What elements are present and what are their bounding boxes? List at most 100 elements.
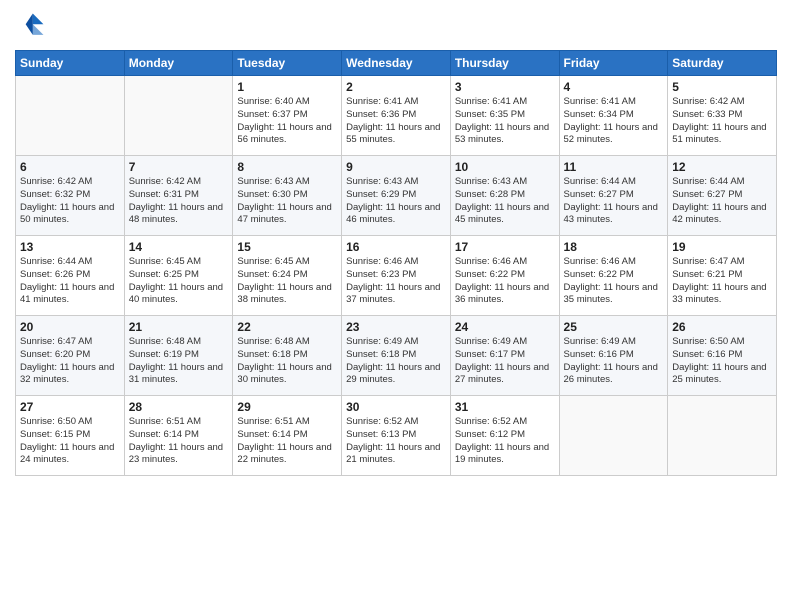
calendar-week-3: 13 Sunrise: 6:44 AM Sunset: 6:26 PM Dayli… xyxy=(16,236,777,316)
day-number: 5 xyxy=(672,80,772,94)
calendar-cell: 6 Sunrise: 6:42 AM Sunset: 6:32 PM Daylig… xyxy=(16,156,125,236)
day-info: Sunrise: 6:47 AM Sunset: 6:21 PM Dayligh… xyxy=(672,256,772,307)
day-number: 9 xyxy=(346,160,446,174)
day-info: Sunrise: 6:43 AM Sunset: 6:28 PM Dayligh… xyxy=(455,176,555,227)
day-number: 25 xyxy=(564,320,664,334)
calendar-cell: 14Sunrise: 6:45 AM Sunset: 6:25 PM Dayli… xyxy=(124,236,233,316)
weekday-header-thursday: Thursday xyxy=(450,51,559,76)
calendar-cell: 3 Sunrise: 6:41 AM Sunset: 6:35 PM Daylig… xyxy=(450,76,559,156)
day-number: 3 xyxy=(455,80,555,94)
day-info: Sunrise: 6:40 AM Sunset: 6:37 PM Dayligh… xyxy=(237,96,337,147)
calendar-cell: 22 Sunrise: 6:48 AM Sunset: 6:18 PM Dayli… xyxy=(233,316,342,396)
page: SundayMondayTuesdayWednesdayThursdayFrid… xyxy=(0,0,792,612)
calendar-cell: 17 Sunrise: 6:46 AM Sunset: 6:22 PM Dayli… xyxy=(450,236,559,316)
weekday-header-friday: Friday xyxy=(559,51,668,76)
weekday-header-saturday: Saturday xyxy=(668,51,777,76)
calendar-body: 1 Sunrise: 6:40 AM Sunset: 6:37 PM Daylig… xyxy=(16,76,777,476)
calendar-week-4: 20 Sunrise: 6:47 AM Sunset: 6:20 PM Dayli… xyxy=(16,316,777,396)
weekday-header-wednesday: Wednesday xyxy=(342,51,451,76)
calendar-cell: 29 Sunrise: 6:51 AM Sunset: 6:14 PM Dayli… xyxy=(233,396,342,476)
header-row: SundayMondayTuesdayWednesdayThursdayFrid… xyxy=(16,51,777,76)
calendar-cell: 25 Sunrise: 6:49 AM Sunset: 6:16 PM Dayli… xyxy=(559,316,668,396)
calendar-cell: 16Sunrise: 6:46 AM Sunset: 6:23 PM Dayli… xyxy=(342,236,451,316)
day-info: Sunrise: 6:50 AM Sunset: 6:16 PM Dayligh… xyxy=(672,336,772,387)
day-info: Sunrise: 6:44 AM Sunset: 6:26 PM Dayligh… xyxy=(20,256,120,307)
calendar-cell: 26 Sunrise: 6:50 AM Sunset: 6:16 PM Dayli… xyxy=(668,316,777,396)
day-number: 29 xyxy=(237,400,337,414)
day-number: 8 xyxy=(237,160,337,174)
day-number: 22 xyxy=(237,320,337,334)
day-number: 12 xyxy=(672,160,772,174)
day-info: Sunrise: 6:48 AM Sunset: 6:19 PM Dayligh… xyxy=(129,336,229,387)
day-number: 31 xyxy=(455,400,555,414)
day-number: 13 xyxy=(20,240,120,254)
calendar-cell: 15 Sunrise: 6:45 AM Sunset: 6:24 PM Dayli… xyxy=(233,236,342,316)
calendar-cell: 11 Sunrise: 6:44 AM Sunset: 6:27 PM Dayli… xyxy=(559,156,668,236)
day-info: Sunrise: 6:45 AM Sunset: 6:24 PM Dayligh… xyxy=(237,256,337,307)
calendar-week-1: 1 Sunrise: 6:40 AM Sunset: 6:37 PM Daylig… xyxy=(16,76,777,156)
day-number: 20 xyxy=(20,320,120,334)
weekday-header-sunday: Sunday xyxy=(16,51,125,76)
day-number: 6 xyxy=(20,160,120,174)
day-info: Sunrise: 6:49 AM Sunset: 6:16 PM Dayligh… xyxy=(564,336,664,387)
day-info: Sunrise: 6:42 AM Sunset: 6:31 PM Dayligh… xyxy=(129,176,229,227)
day-info: Sunrise: 6:51 AM Sunset: 6:14 PM Dayligh… xyxy=(237,416,337,467)
day-info: Sunrise: 6:49 AM Sunset: 6:17 PM Dayligh… xyxy=(455,336,555,387)
day-number: 24 xyxy=(455,320,555,334)
calendar-cell: 12 Sunrise: 6:44 AM Sunset: 6:27 PM Dayli… xyxy=(668,156,777,236)
calendar-cell: 18Sunrise: 6:46 AM Sunset: 6:22 PM Dayli… xyxy=(559,236,668,316)
weekday-header-monday: Monday xyxy=(124,51,233,76)
calendar-cell: 8 Sunrise: 6:43 AM Sunset: 6:30 PM Daylig… xyxy=(233,156,342,236)
day-info: Sunrise: 6:42 AM Sunset: 6:32 PM Dayligh… xyxy=(20,176,120,227)
day-number: 30 xyxy=(346,400,446,414)
day-number: 4 xyxy=(564,80,664,94)
day-number: 23 xyxy=(346,320,446,334)
calendar-cell: 31 Sunrise: 6:52 AM Sunset: 6:12 PM Dayli… xyxy=(450,396,559,476)
weekday-header-tuesday: Tuesday xyxy=(233,51,342,76)
day-number: 27 xyxy=(20,400,120,414)
calendar-cell: 13 Sunrise: 6:44 AM Sunset: 6:26 PM Dayli… xyxy=(16,236,125,316)
calendar-cell: 27Sunrise: 6:50 AM Sunset: 6:15 PM Dayli… xyxy=(16,396,125,476)
calendar-cell xyxy=(16,76,125,156)
day-info: Sunrise: 6:52 AM Sunset: 6:12 PM Dayligh… xyxy=(455,416,555,467)
day-number: 26 xyxy=(672,320,772,334)
calendar-cell xyxy=(559,396,668,476)
calendar-cell: 30 Sunrise: 6:52 AM Sunset: 6:13 PM Dayli… xyxy=(342,396,451,476)
day-info: Sunrise: 6:52 AM Sunset: 6:13 PM Dayligh… xyxy=(346,416,446,467)
day-number: 11 xyxy=(564,160,664,174)
calendar-cell: 2 Sunrise: 6:41 AM Sunset: 6:36 PM Daylig… xyxy=(342,76,451,156)
calendar-week-5: 27Sunrise: 6:50 AM Sunset: 6:15 PM Dayli… xyxy=(16,396,777,476)
day-info: Sunrise: 6:41 AM Sunset: 6:35 PM Dayligh… xyxy=(455,96,555,147)
day-number: 7 xyxy=(129,160,229,174)
day-info: Sunrise: 6:46 AM Sunset: 6:22 PM Dayligh… xyxy=(564,256,664,307)
day-number: 2 xyxy=(346,80,446,94)
day-info: Sunrise: 6:41 AM Sunset: 6:34 PM Dayligh… xyxy=(564,96,664,147)
day-info: Sunrise: 6:41 AM Sunset: 6:36 PM Dayligh… xyxy=(346,96,446,147)
day-info: Sunrise: 6:48 AM Sunset: 6:18 PM Dayligh… xyxy=(237,336,337,387)
day-info: Sunrise: 6:44 AM Sunset: 6:27 PM Dayligh… xyxy=(564,176,664,227)
calendar-week-2: 6 Sunrise: 6:42 AM Sunset: 6:32 PM Daylig… xyxy=(16,156,777,236)
logo-icon xyxy=(15,10,47,42)
header xyxy=(15,10,777,42)
day-number: 1 xyxy=(237,80,337,94)
day-info: Sunrise: 6:43 AM Sunset: 6:29 PM Dayligh… xyxy=(346,176,446,227)
calendar-cell: 10Sunrise: 6:43 AM Sunset: 6:28 PM Dayli… xyxy=(450,156,559,236)
day-info: Sunrise: 6:51 AM Sunset: 6:14 PM Dayligh… xyxy=(129,416,229,467)
day-info: Sunrise: 6:47 AM Sunset: 6:20 PM Dayligh… xyxy=(20,336,120,387)
day-info: Sunrise: 6:44 AM Sunset: 6:27 PM Dayligh… xyxy=(672,176,772,227)
calendar-header: SundayMondayTuesdayWednesdayThursdayFrid… xyxy=(16,51,777,76)
day-number: 15 xyxy=(237,240,337,254)
calendar-cell: 23 Sunrise: 6:49 AM Sunset: 6:18 PM Dayli… xyxy=(342,316,451,396)
day-number: 21 xyxy=(129,320,229,334)
day-info: Sunrise: 6:46 AM Sunset: 6:22 PM Dayligh… xyxy=(455,256,555,307)
day-info: Sunrise: 6:49 AM Sunset: 6:18 PM Dayligh… xyxy=(346,336,446,387)
day-info: Sunrise: 6:43 AM Sunset: 6:30 PM Dayligh… xyxy=(237,176,337,227)
calendar-table: SundayMondayTuesdayWednesdayThursdayFrid… xyxy=(15,50,777,476)
day-number: 17 xyxy=(455,240,555,254)
calendar-cell: 9 Sunrise: 6:43 AM Sunset: 6:29 PM Daylig… xyxy=(342,156,451,236)
calendar-cell: 28 Sunrise: 6:51 AM Sunset: 6:14 PM Dayli… xyxy=(124,396,233,476)
calendar-cell: 19Sunrise: 6:47 AM Sunset: 6:21 PM Dayli… xyxy=(668,236,777,316)
calendar-cell: 21 Sunrise: 6:48 AM Sunset: 6:19 PM Dayli… xyxy=(124,316,233,396)
day-number: 16 xyxy=(346,240,446,254)
day-number: 28 xyxy=(129,400,229,414)
